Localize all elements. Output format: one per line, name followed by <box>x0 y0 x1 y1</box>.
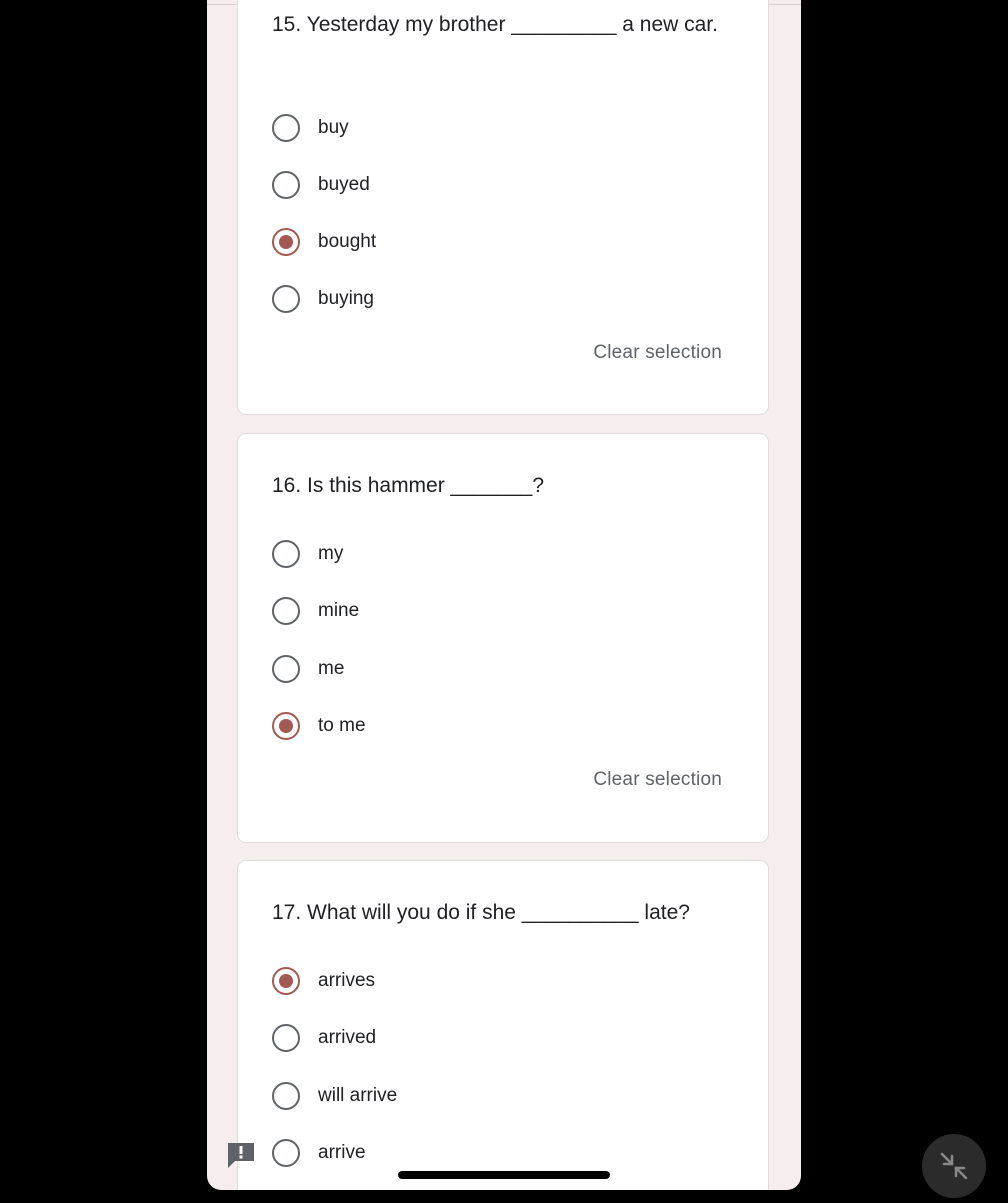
option-label: buying <box>318 288 374 309</box>
radio-button[interactable] <box>272 597 300 625</box>
option-label: buyed <box>318 174 370 195</box>
option-buy[interactable]: buy <box>272 111 692 145</box>
question-title: 17. What will you do if she __________ l… <box>272 901 690 924</box>
radio-button-selected[interactable] <box>272 967 300 995</box>
feedback-icon[interactable] <box>226 1140 256 1170</box>
radio-button-selected[interactable] <box>272 228 300 256</box>
option-label: mine <box>318 600 360 621</box>
clear-selection-button[interactable]: Clear selection <box>593 769 722 791</box>
option-will-arrive[interactable]: will arrive <box>272 1079 692 1113</box>
question-card-16: 16. Is this hammer _______? my mine me t… <box>237 433 769 843</box>
option-mine[interactable]: mine <box>272 594 692 628</box>
option-buyed[interactable]: buyed <box>272 168 692 202</box>
option-label: arrives <box>318 970 376 991</box>
clear-selection-button[interactable]: Clear selection <box>593 342 722 364</box>
radio-button[interactable] <box>272 171 300 199</box>
option-bought[interactable]: bought <box>272 225 692 259</box>
option-label: will arrive <box>318 1085 398 1106</box>
option-me[interactable]: me <box>272 652 692 686</box>
question-card-15: 15. Yesterday my brother _________ a new… <box>237 0 769 415</box>
question-title: 16. Is this hammer _______? <box>272 474 544 497</box>
option-arrived[interactable]: arrived <box>272 1021 692 1055</box>
question-title: 15. Yesterday my brother _________ a new… <box>272 13 718 36</box>
minimize-icon[interactable] <box>922 1134 986 1198</box>
radio-button[interactable] <box>272 285 300 313</box>
radio-button[interactable] <box>272 1024 300 1052</box>
option-arrives[interactable]: arrives <box>272 964 692 998</box>
form-viewport: 15. Yesterday my brother _________ a new… <box>207 0 801 1190</box>
radio-button[interactable] <box>272 540 300 568</box>
option-label: me <box>318 658 345 679</box>
option-my[interactable]: my <box>272 537 692 571</box>
option-label: bought <box>318 231 377 252</box>
question-card-17: 17. What will you do if she __________ l… <box>237 860 769 1190</box>
option-label: to me <box>318 715 366 736</box>
radio-button[interactable] <box>272 1139 300 1167</box>
radio-button-selected[interactable] <box>272 712 300 740</box>
option-label: arrive <box>318 1142 366 1163</box>
option-to-me[interactable]: to me <box>272 709 692 743</box>
option-label: buy <box>318 117 349 138</box>
radio-button[interactable] <box>272 114 300 142</box>
option-label: my <box>318 543 344 564</box>
option-label: arrived <box>318 1027 377 1048</box>
option-arrive[interactable]: arrive <box>272 1136 692 1170</box>
option-buying[interactable]: buying <box>272 282 692 316</box>
radio-button[interactable] <box>272 655 300 683</box>
radio-button[interactable] <box>272 1082 300 1110</box>
home-indicator[interactable] <box>398 1171 610 1179</box>
